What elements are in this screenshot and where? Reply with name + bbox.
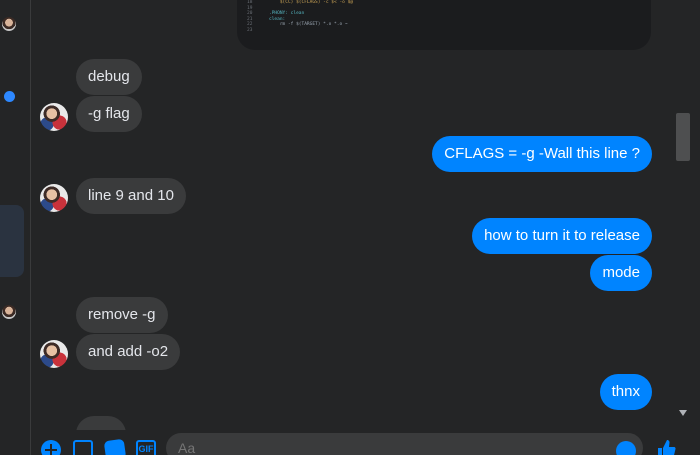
message-thread: 18 $(CC) $(CFLAGS) -c $< -o $@ 19 20 .PHO… <box>32 0 676 430</box>
message-input[interactable] <box>166 433 643 455</box>
gif-icon[interactable]: GIF <box>136 440 156 455</box>
incoming-message[interactable]: and add -o2 <box>76 334 181 370</box>
unread-indicator <box>4 91 15 102</box>
thread-scrollbar[interactable] <box>676 0 692 430</box>
incoming-message[interactable]: remove -g <box>76 297 168 333</box>
code-line: 23 <box>247 27 253 33</box>
sidebar-avatar[interactable] <box>2 305 16 319</box>
image-icon[interactable] <box>73 440 93 455</box>
contact-avatar[interactable] <box>40 184 68 212</box>
scrollbar-thumb[interactable] <box>676 113 690 161</box>
outgoing-message[interactable]: mode <box>590 255 652 291</box>
outgoing-message[interactable]: how to turn it to release <box>472 218 652 254</box>
outgoing-message[interactable]: CFLAGS = -g -Wall this line ? <box>432 136 652 172</box>
thumbs-up-icon[interactable] <box>656 439 676 455</box>
conversation-sidebar <box>0 0 31 455</box>
sidebar-avatar[interactable] <box>2 17 16 31</box>
message-composer: GIF <box>32 430 700 455</box>
sticker-icon[interactable] <box>103 438 127 455</box>
contact-avatar[interactable] <box>40 103 68 131</box>
incoming-message[interactable]: debug <box>76 59 142 95</box>
code-snippet-image[interactable]: 18 $(CC) $(CFLAGS) -c $< -o $@ 19 20 .PHO… <box>237 0 651 50</box>
emoji-icon[interactable] <box>616 441 636 455</box>
contact-avatar[interactable] <box>40 340 68 368</box>
plus-icon[interactable] <box>41 440 61 455</box>
outgoing-message[interactable]: thnx <box>599 374 652 410</box>
incoming-message-partial[interactable] <box>76 416 126 430</box>
sidebar-active-item[interactable] <box>0 205 24 277</box>
scroll-down-icon[interactable] <box>679 410 687 416</box>
incoming-message[interactable]: -g flag <box>76 96 142 132</box>
incoming-message[interactable]: line 9 and 10 <box>76 178 186 214</box>
